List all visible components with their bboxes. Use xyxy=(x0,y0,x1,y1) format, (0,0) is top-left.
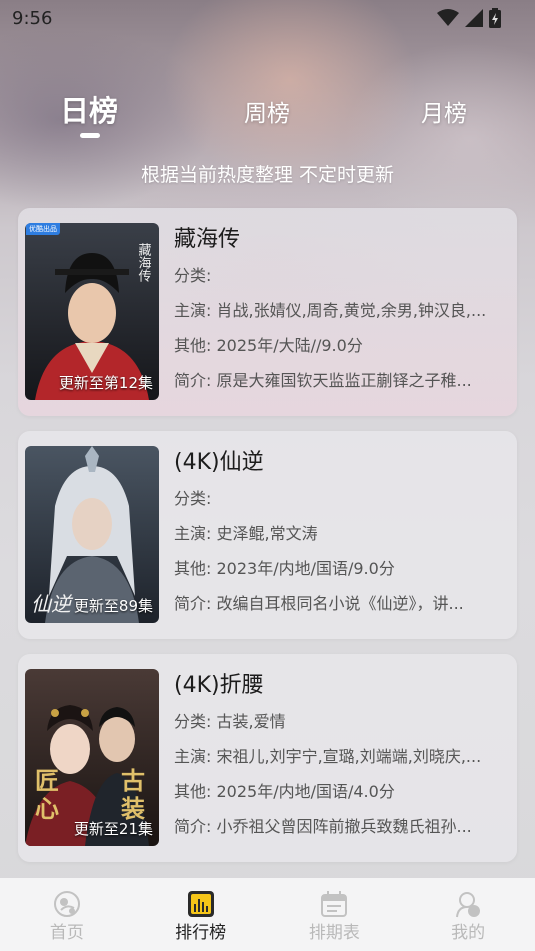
svg-text:匠: 匠 xyxy=(35,766,59,795)
item-intro: 简介: 小乔祖父曾因阵前撤兵致魏氏祖孙... xyxy=(174,817,472,836)
schedule-icon xyxy=(321,891,348,917)
item-other: 其他: 2025年/内地/国语/4.0分 xyxy=(174,782,395,801)
item-other: 其他: 2023年/内地/国语/9.0分 xyxy=(174,559,395,578)
svg-text:仙逆: 仙逆 xyxy=(31,592,74,616)
item-title: (4K)折腰 xyxy=(174,673,264,698)
nav-ranking[interactable]: 排行榜 xyxy=(134,878,268,951)
item-intro: 简介: 原是大雍国钦天监监正蒯铎之子稚... xyxy=(174,371,472,390)
active-tab-indicator xyxy=(80,133,100,138)
ranking-item-card[interactable]: 藏海传 优酷出品 更新至第12集 藏海传 分类: 主演: 肖战,张婧仪,周奇,黄… xyxy=(18,208,517,416)
tab-monthly[interactable]: 月榜 xyxy=(421,94,467,128)
svg-text:心: 心 xyxy=(35,794,59,823)
item-category: 分类: xyxy=(174,489,212,508)
home-icon xyxy=(53,891,80,917)
svg-text:古: 古 xyxy=(121,766,145,795)
nav-schedule[interactable]: 排期表 xyxy=(268,878,402,951)
item-category: 分类: xyxy=(174,266,212,285)
episode-status: 更新至第12集 xyxy=(58,374,153,392)
nav-label: 我的 xyxy=(451,923,486,943)
episode-status: 更新至21集 xyxy=(73,820,153,838)
item-title: (4K)仙逆 xyxy=(174,450,264,475)
item-intro: 简介: 改编自耳根同名小说《仙逆》，讲... xyxy=(174,594,464,613)
item-cast: 主演: 史泽鲲,常文涛 xyxy=(174,524,318,543)
item-category: 分类: 古装,爱情 xyxy=(174,712,286,731)
ranking-tabs: 日榜 周榜 月榜 xyxy=(0,88,535,138)
status-bar: 9:56 xyxy=(0,0,535,36)
signal-icon xyxy=(465,9,483,27)
svg-text:藏海传: 藏海传 xyxy=(136,243,152,282)
item-info: 藏海传 分类: 主演: 肖战,张婧仪,周奇,黄觉,余男,钟汉良,... 其他: … xyxy=(174,222,510,398)
ranking-item-card[interactable]: 古 装 匠 心 更新至21集 (4K)折腰 分类: 古装,爱情 主演: 宋祖儿,… xyxy=(18,654,517,862)
battery-icon xyxy=(489,8,501,28)
ranking-item-card[interactable]: 仙逆 更新至89集 (4K)仙逆 分类: 主演: 史泽鲲,常文涛 其他: 202… xyxy=(18,431,517,639)
poster-image: 古 装 匠 心 更新至21集 xyxy=(25,669,159,846)
nav-home[interactable]: 首页 xyxy=(0,878,134,951)
item-cast: 主演: 肖战,张婧仪,周奇,黄觉,余男,钟汉良,... xyxy=(174,301,487,320)
tab-daily[interactable]: 日榜 xyxy=(60,88,118,130)
poster-badge: 优酷出品 xyxy=(26,223,60,235)
item-info: (4K)仙逆 分类: 主演: 史泽鲲,常文涛 其他: 2023年/内地/国语/9… xyxy=(174,445,510,621)
item-other: 其他: 2025年/大陆//9.0分 xyxy=(174,336,363,355)
episode-status: 更新至89集 xyxy=(73,597,153,615)
poster-image: 仙逆 更新至89集 xyxy=(25,446,159,623)
item-cast: 主演: 宋祖儿,刘宇宁,宣璐,刘端端,刘晓庆,... xyxy=(174,747,482,766)
item-info: (4K)折腰 分类: 古装,爱情 主演: 宋祖儿,刘宇宁,宣璐,刘端端,刘晓庆,… xyxy=(174,668,510,844)
ranking-icon xyxy=(187,891,214,917)
profile-icon xyxy=(456,892,481,918)
nav-label: 排期表 xyxy=(308,923,360,943)
status-time: 9:56 xyxy=(12,7,53,29)
ranking-subtitle: 根据当前热度整理 不定时更新 xyxy=(140,164,395,186)
nav-label: 排行榜 xyxy=(175,923,227,943)
bottom-navigation: 首页 排行榜 排期表 我的 xyxy=(0,878,535,951)
nav-label: 首页 xyxy=(49,923,84,943)
nav-profile[interactable]: 我的 xyxy=(401,878,535,951)
tab-weekly[interactable]: 周榜 xyxy=(244,94,290,128)
status-icons xyxy=(437,8,501,28)
wifi-icon xyxy=(437,9,459,26)
item-title: 藏海传 xyxy=(174,227,241,252)
poster-image: 藏海传 优酷出品 更新至第12集 xyxy=(25,223,159,400)
